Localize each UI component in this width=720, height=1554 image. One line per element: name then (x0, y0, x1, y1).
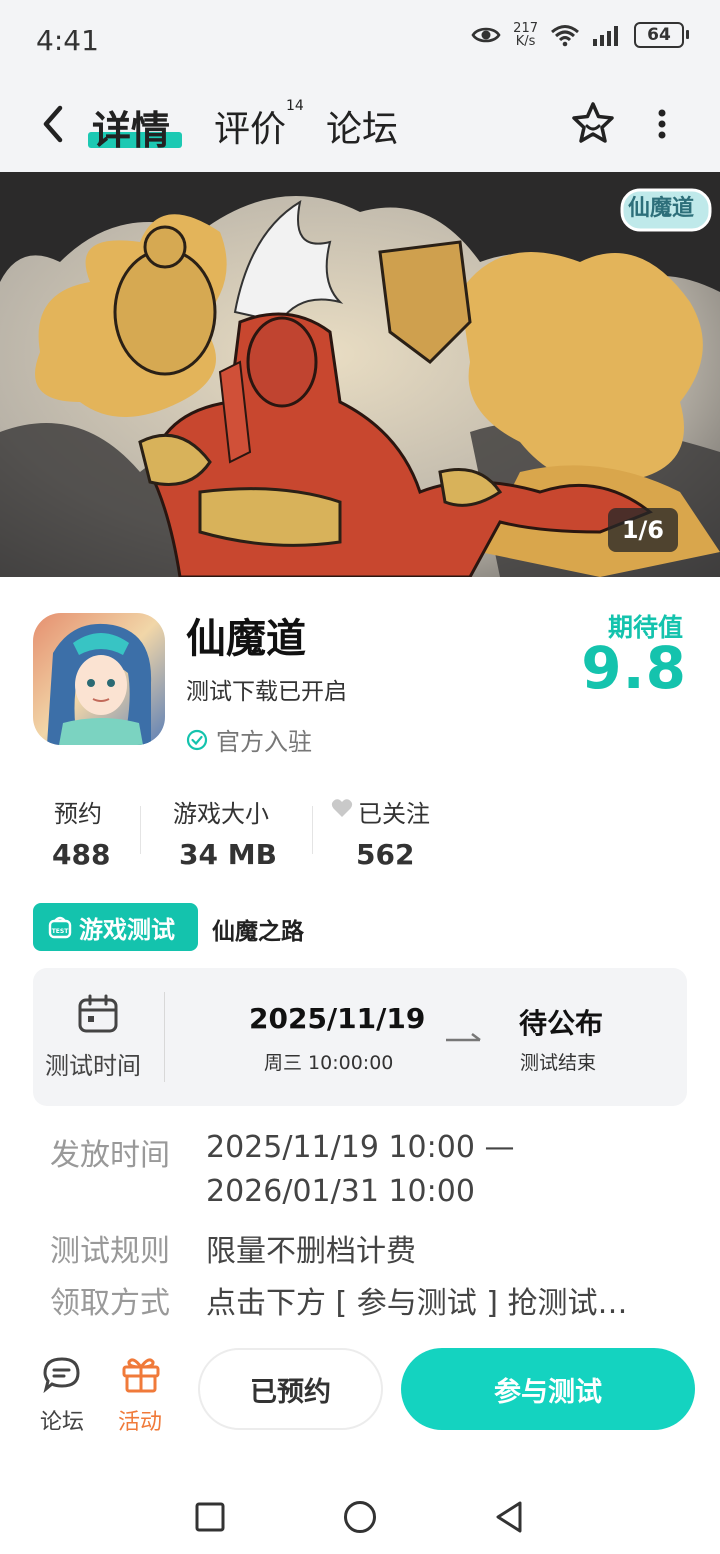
back-nav-icon[interactable] (494, 1500, 524, 1534)
reserved-button[interactable]: 已预约 (198, 1348, 383, 1430)
tab-reviews[interactable]: 评价 (214, 100, 286, 152)
home-icon[interactable] (343, 1500, 377, 1534)
game-test-tag: TEST 游戏测试 (33, 903, 198, 951)
stat-follow-value: 562 (356, 838, 415, 868)
join-test-button[interactable]: 参与测试 (401, 1348, 695, 1430)
detail-value-release-end: 2026/01/31 10:00 (206, 1174, 475, 1209)
test-name: 仙魔之路 (212, 919, 304, 945)
test-robot-icon: TEST (48, 916, 72, 939)
detail-value-method[interactable]: 点击下方 [ 参与测试 ] 抢测试… (206, 1278, 628, 1322)
page-indicator: 1/6 (607, 508, 678, 552)
stat-divider (140, 806, 141, 854)
recents-icon[interactable] (195, 1502, 225, 1532)
official-label: 官方入驻 (216, 728, 312, 756)
test-time-label: 测试时间 (45, 1052, 141, 1080)
forum-label[interactable]: 论坛 (40, 1404, 84, 1436)
stat-reservations-label: 预约 (54, 800, 102, 828)
stat-size-label: 游戏大小 (173, 800, 269, 828)
forum-icon[interactable] (42, 1356, 84, 1394)
test-end-label: 测试结束 (520, 1052, 597, 1074)
gift-icon[interactable] (120, 1354, 162, 1394)
test-start-time: 周三 10:00:00 (264, 1052, 394, 1074)
card-divider (164, 992, 165, 1082)
wifi-icon (551, 25, 579, 47)
app-name: 仙魔道 (186, 616, 306, 662)
stat-reservations-value: 488 (52, 838, 111, 868)
calendar-icon (78, 994, 118, 1033)
test-end-date: 待公布 (519, 1007, 604, 1040)
tab-details[interactable]: 详情 (92, 100, 170, 156)
more-icon[interactable] (654, 108, 670, 140)
banner-logo: 仙魔道 (628, 196, 695, 221)
arrow-right-icon (446, 1033, 481, 1042)
test-start-date: 2025/11/19 (249, 1002, 426, 1035)
stat-size-value: 34 MB (179, 838, 277, 868)
app-icon (33, 613, 165, 745)
stat-divider (312, 806, 313, 854)
app-subtitle: 测试下载已开启 (186, 679, 347, 705)
eye-icon (471, 27, 501, 43)
signal-icon (593, 26, 618, 46)
detail-label-release: 发放时间 (50, 1138, 170, 1173)
detail-label-method: 领取方式 (50, 1286, 170, 1321)
net-speed: 217 K/s (513, 21, 538, 49)
tab-forum[interactable]: 论坛 (326, 100, 398, 152)
detail-label-rules: 测试规则 (50, 1234, 170, 1269)
stat-follow-label[interactable]: 已关注 (358, 794, 430, 829)
detail-value-rules: 限量不删档计费 (206, 1234, 416, 1269)
back-icon[interactable] (38, 104, 68, 144)
reviews-count-badge: 14 (286, 98, 304, 114)
status-icons: 217 K/s 64 (471, 21, 689, 49)
check-circle-icon (186, 729, 208, 750)
expectation-value: 9.8 (581, 634, 687, 702)
star-icon[interactable] (570, 101, 616, 145)
game-test-label: 游戏测试 (79, 915, 175, 944)
battery-icon: 64 (634, 22, 689, 48)
detail-value-release: 2025/11/19 10:00 — (206, 1130, 515, 1165)
svg-text:TEST: TEST (52, 928, 70, 935)
official-badge: 官方入驻 (186, 722, 312, 757)
status-time: 4:41 (36, 24, 99, 57)
activity-label[interactable]: 活动 (118, 1404, 162, 1436)
heart-icon (331, 799, 353, 817)
